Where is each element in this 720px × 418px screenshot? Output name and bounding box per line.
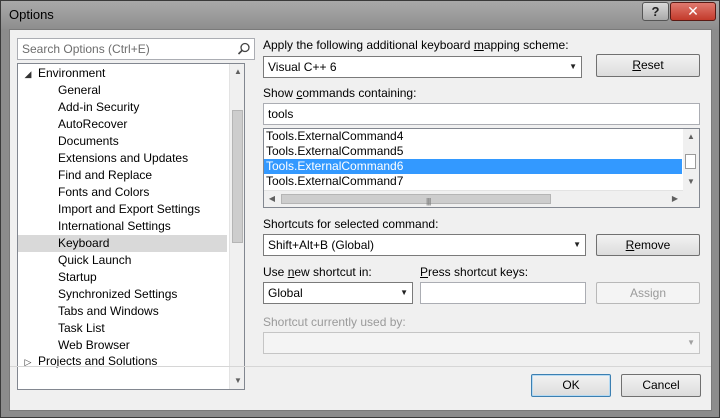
tree-vertical-scrollbar[interactable]: ▲ ▼ <box>229 64 244 389</box>
press-shortcut-keys-field[interactable] <box>420 282 586 304</box>
tree-node-autorecover[interactable]: AutoRecover <box>18 116 227 133</box>
mapping-scheme-value: Visual C++ 6 <box>268 60 337 74</box>
tree-node-task-list[interactable]: Task List <box>18 320 227 337</box>
options-tree[interactable]: ◢ Environment General Add-in Security AutoR… <box>17 63 245 390</box>
expand-arrow-icon[interactable]: ▷ <box>18 354 38 371</box>
tree-node-tabs-and-windows[interactable]: Tabs and Windows <box>18 303 227 320</box>
chevron-down-icon[interactable]: ▼ <box>400 283 408 303</box>
tree-node-projects-and-solutions[interactable]: ▷ Projects and Solutions <box>18 353 158 371</box>
remove-button[interactable]: Remove <box>596 234 700 256</box>
tree-node-add-in-security[interactable]: Add-in Security <box>18 99 227 116</box>
tree-node-label: Environment <box>38 66 106 80</box>
dialog-client: ◢Environment GeneralAdd-in SecurityAutoR… <box>9 29 712 411</box>
tree-node-international-settings[interactable]: International Settings <box>18 218 227 235</box>
commands-list[interactable]: Tools.ExternalCommand4 Tools.ExternalComm… <box>263 128 700 208</box>
ok-button[interactable]: OK <box>531 374 611 397</box>
commands-vertical-scrollbar[interactable]: ▲ ▼ <box>683 129 699 190</box>
tree-node-web-browser[interactable]: Web Browser <box>18 337 227 354</box>
tree-node-startup[interactable]: Startup <box>18 269 227 286</box>
tree-node-extensions-and-updates[interactable]: Extensions and Updates <box>18 150 227 167</box>
chevron-down-icon[interactable]: ▼ <box>569 57 577 77</box>
shortcuts-for-command-label: Shortcuts for selected command: <box>263 217 439 231</box>
tree-node-import-and-export-settings[interactable]: Import and Export Settings <box>18 201 227 218</box>
show-commands-label: Show commands containing: <box>263 86 417 100</box>
tree-node-fonts-and-colors[interactable]: Fonts and Colors <box>18 184 227 201</box>
press-shortcut-keys-label: Press shortcut keys: <box>420 265 529 279</box>
tree-node-quick-launch[interactable]: Quick Launch <box>18 252 227 269</box>
command-list-item[interactable]: Tools.ExternalCommand6 <box>264 159 682 174</box>
window-title: Options <box>9 7 54 22</box>
scroll-up-arrow-icon[interactable]: ▲ <box>683 129 699 145</box>
commands-hscroll-thumb[interactable]: |||| <box>281 194 551 206</box>
tree-node-synchronized-settings[interactable]: Synchronized Settings <box>18 286 227 303</box>
command-list-item[interactable]: Tools.ExternalCommand5 <box>264 144 682 159</box>
scroll-down-arrow-icon[interactable]: ▼ <box>683 174 699 190</box>
tree-node-find-and-replace[interactable]: Find and Replace <box>18 167 227 184</box>
title-bar[interactable]: Options ? ✕ <box>1 1 719 29</box>
tree-node-keyboard[interactable]: Keyboard <box>18 235 227 252</box>
shortcut-scope-dropdown[interactable]: Global ▼ <box>263 282 413 304</box>
scroll-right-arrow-icon[interactable]: ▶ <box>667 191 683 207</box>
cancel-button[interactable]: Cancel <box>621 374 701 397</box>
scroll-up-arrow-icon[interactable]: ▲ <box>230 64 244 80</box>
command-filter-input[interactable] <box>268 104 699 124</box>
search-icon[interactable] <box>237 42 251 56</box>
assign-button[interactable]: Assign <box>596 282 700 304</box>
mapping-scheme-label: Apply the following additional keyboard … <box>263 38 569 52</box>
reset-button[interactable]: Reset <box>596 54 700 77</box>
search-options-input[interactable] <box>18 39 228 59</box>
collapse-arrow-icon[interactable]: ◢ <box>18 66 38 83</box>
use-new-shortcut-label: Use new shortcut in: <box>263 265 372 279</box>
scroll-down-arrow-icon[interactable]: ▼ <box>230 373 244 389</box>
chevron-down-icon[interactable]: ▼ <box>573 235 581 255</box>
mapping-scheme-dropdown[interactable]: Visual C++ 6 ▼ <box>263 56 582 78</box>
chevron-down-icon[interactable]: ▼ <box>687 333 695 353</box>
tree-node-environment[interactable]: ◢ Environment <box>18 65 106 83</box>
shortcuts-dropdown[interactable]: Shift+Alt+B (Global) ▼ <box>263 234 586 256</box>
grip-icon: |||| <box>426 197 431 206</box>
tree-node-documents[interactable]: Documents <box>18 133 227 150</box>
shortcuts-value: Shift+Alt+B (Global) <box>268 238 375 252</box>
options-window: Options ? ✕ ◢Environment GeneralAdd-in S… <box>0 0 720 418</box>
currently-used-by-dropdown[interactable]: ▼ <box>263 332 700 354</box>
scrollbar-corner <box>683 190 699 207</box>
command-filter-field[interactable] <box>263 103 700 125</box>
tree-node-general[interactable]: General <box>18 82 227 99</box>
help-button[interactable]: ? <box>642 2 669 21</box>
close-button[interactable]: ✕ <box>670 2 716 21</box>
commands-scroll-thumb[interactable] <box>685 154 696 169</box>
command-list-item[interactable]: Tools.ExternalCommand7 <box>264 174 682 189</box>
command-list-item[interactable]: Tools.ExternalCommand4 <box>264 129 682 144</box>
press-shortcut-keys-input[interactable] <box>425 283 585 303</box>
scroll-left-arrow-icon[interactable]: ◀ <box>264 191 280 207</box>
search-options-box[interactable] <box>17 38 255 60</box>
tree-scroll-thumb[interactable] <box>232 110 243 243</box>
currently-used-by-label: Shortcut currently used by: <box>263 315 406 329</box>
footer-divider <box>10 366 711 367</box>
shortcut-scope-value: Global <box>268 286 303 300</box>
commands-horizontal-scrollbar[interactable]: ◀ |||| ▶ <box>264 190 683 207</box>
